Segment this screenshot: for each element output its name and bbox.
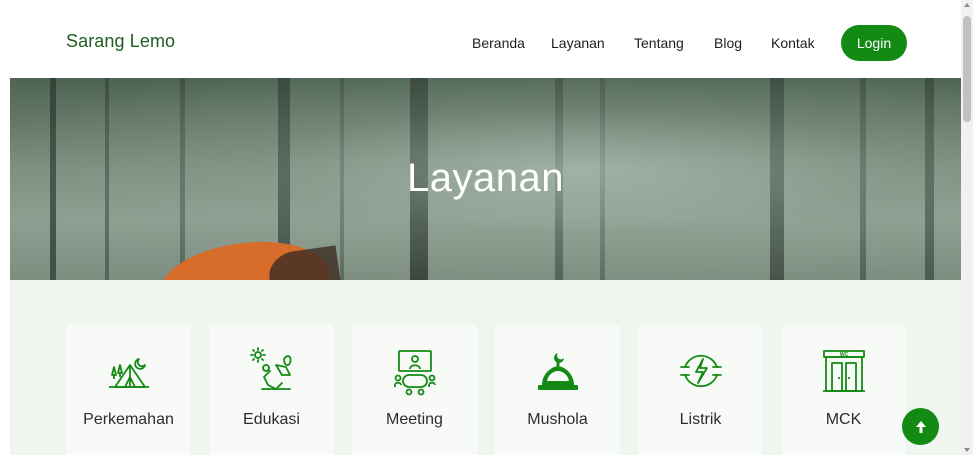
scroll-down-arrow-icon[interactable] (964, 448, 970, 452)
nav-link-blog[interactable]: Blog (714, 35, 742, 51)
services-section: Perkemahan Edukasi Meeting Mushola Listr… (10, 280, 961, 455)
electricity-plug-icon (679, 354, 722, 388)
service-card-mck[interactable]: WC MCK (781, 325, 906, 455)
service-label: Perkemahan (83, 411, 174, 428)
login-button[interactable]: Login (841, 25, 907, 61)
navbar: Sarang Lemo Beranda Layanan Tentang Blog… (0, 0, 960, 78)
scroll-up-arrow-icon[interactable] (964, 3, 970, 7)
restroom-wc-icon: WC (822, 350, 865, 392)
page-scrollbar[interactable] (961, 0, 973, 455)
nav-link-kontak[interactable]: Kontak (771, 35, 815, 51)
service-card-perkemahan[interactable]: Perkemahan (66, 325, 191, 455)
mosque-dome-icon (537, 353, 578, 390)
meeting-icon (393, 350, 436, 396)
svg-text:WC: WC (839, 352, 848, 358)
arrow-up-icon (915, 420, 926, 433)
service-label: Listrik (679, 411, 722, 428)
brand-logo-text[interactable]: Sarang Lemo (66, 31, 175, 52)
camping-tent-icon (108, 358, 149, 388)
nav-link-layanan[interactable]: Layanan (551, 35, 605, 51)
service-label: Mushola (527, 411, 588, 428)
education-icon (249, 347, 291, 390)
hero-banner: Layanan (10, 78, 961, 280)
service-card-meeting[interactable]: Meeting (352, 325, 477, 455)
page-title: Layanan (407, 156, 564, 200)
nav-link-beranda[interactable]: Beranda (472, 35, 525, 51)
service-card-edukasi[interactable]: Edukasi (209, 325, 334, 455)
back-to-top-button[interactable] (902, 408, 939, 445)
service-label: MCK (825, 411, 862, 428)
nav-link-tentang[interactable]: Tentang (634, 35, 684, 51)
service-card-listrik[interactable]: Listrik (638, 325, 763, 455)
service-label: Meeting (386, 411, 443, 428)
scrollbar-thumb[interactable] (963, 16, 971, 122)
service-card-mushola[interactable]: Mushola (495, 325, 620, 455)
service-label: Edukasi (243, 411, 300, 428)
